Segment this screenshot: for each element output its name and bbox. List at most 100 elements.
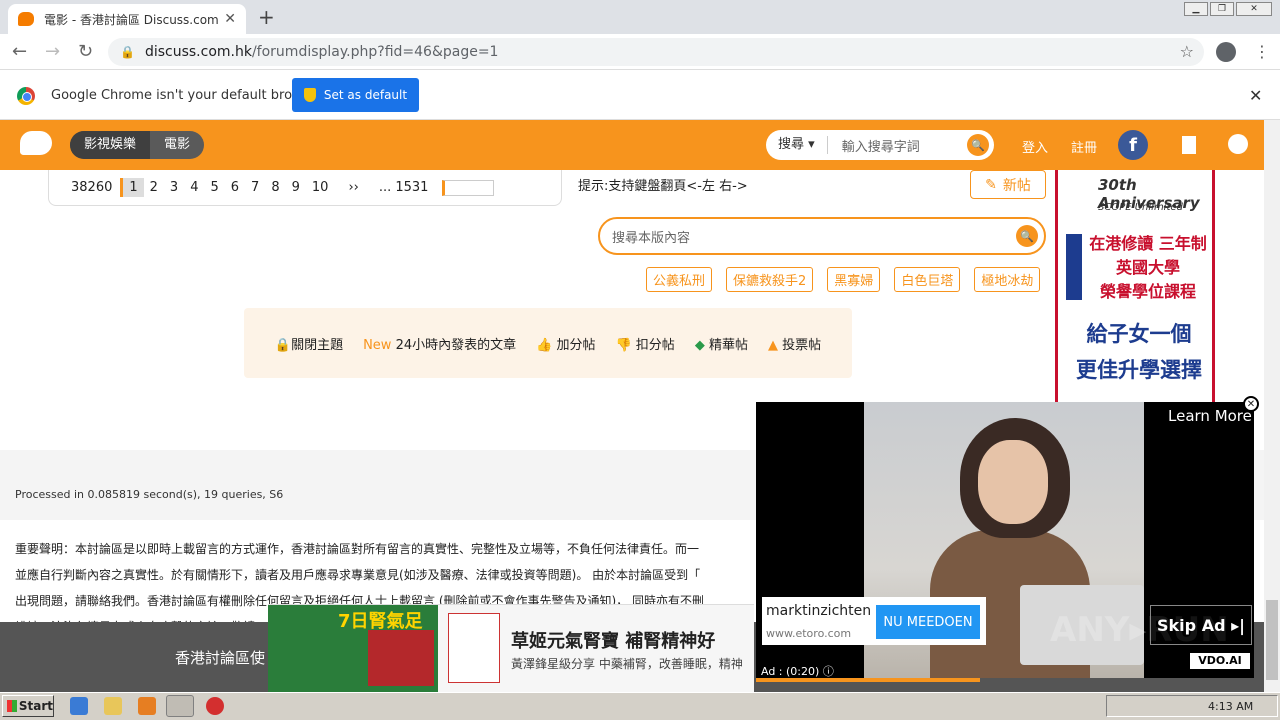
facebook-icon[interactable]: f [1118, 130, 1148, 160]
side-ad-big-line: 給子女一個 [1086, 322, 1192, 346]
page-jump-input[interactable] [442, 179, 495, 196]
poll-icon: ▲ [767, 337, 778, 353]
video-person-face [978, 440, 1048, 524]
chrome-taskbar-button[interactable] [166, 695, 194, 717]
tab-title: 電影 - 香港討論區 Discuss.com.hk - [44, 12, 219, 27]
page-link[interactable]: 7 [245, 180, 265, 195]
product-box-icon [368, 630, 434, 686]
page-link[interactable]: 3 [164, 180, 184, 195]
close-tab-icon[interactable]: ✕ [224, 11, 236, 27]
scrollbar-thumb[interactable] [1266, 600, 1278, 680]
address-bar[interactable]: 🔒 discuss.com.hk/forumdisplay.php?fid=46… [108, 38, 1204, 66]
bookmarks-icon[interactable] [1182, 136, 1196, 154]
infobar-text: Google Chrome isn't your default browser [51, 88, 323, 103]
filter-minus[interactable]: 👎 扣分帖 [615, 334, 674, 353]
tag-link[interactable]: 極地冰劫 [974, 267, 1041, 292]
filter-closed[interactable]: 🔒關閉主題 [275, 334, 343, 353]
filter-digest-label: 精華帖 [708, 337, 748, 353]
video-close-icon[interactable]: ✕ [1243, 396, 1259, 412]
side-ad-red-text: 在港修讀 三年制 英國大學 榮譽學位課程 [1088, 232, 1208, 304]
cta-button[interactable]: NU MEEDOEN [876, 605, 980, 639]
media-player-icon[interactable] [138, 697, 156, 715]
reload-icon[interactable]: ↻ [78, 41, 93, 62]
bottom-ad-headline: 草姬元氣腎寶 補腎精神好 [511, 631, 716, 652]
filter-recent[interactable]: New 24小時內發表的文章 [363, 334, 516, 353]
side-ad-red-line: 英國大學 [1115, 258, 1180, 277]
skip-ad-button[interactable]: Skip Ad ▸| [1150, 605, 1252, 645]
history-clock-icon[interactable] [1228, 134, 1248, 154]
start-button[interactable]: Start [2, 695, 54, 717]
board-search-input[interactable]: 搜尋本版內容 🔍 [598, 217, 1046, 255]
ie-icon[interactable] [70, 697, 88, 715]
restore-icon[interactable]: ❐ [1210, 2, 1234, 16]
shield-icon [303, 88, 316, 102]
footer-text: 香港討論區使 [175, 649, 266, 667]
side-ad-red-line: 在港修讀 三年制 [1089, 234, 1207, 253]
page-link[interactable]: 8 [265, 180, 285, 195]
page-link[interactable]: 6 [225, 180, 245, 195]
board-search-placeholder: 搜尋本版內容 [612, 230, 691, 246]
browser-tab[interactable]: 電影 - 香港討論區 Discuss.com.hk - ✕ [8, 4, 246, 34]
folder-icon[interactable] [104, 697, 122, 715]
chrome-logo-icon [17, 87, 35, 105]
set-default-button[interactable]: Set as default [292, 78, 419, 112]
new-tab-icon[interactable]: + [258, 5, 275, 29]
filter-closed-label: 關閉主題 [291, 337, 344, 353]
account-icon[interactable] [1216, 42, 1236, 62]
page-link[interactable]: 1 [120, 178, 144, 197]
search-icon[interactable]: 🔍 [967, 134, 989, 156]
side-ad[interactable]: 30th Anniversary SCOPE Unlimited 在港修讀 三年… [1055, 170, 1215, 402]
next-page-link[interactable]: ›› [342, 180, 364, 195]
tag-link[interactable]: 黑寡婦 [827, 267, 881, 292]
keyboard-hint: 提示:支持鍵盤翻頁<-左 右-> [578, 179, 748, 194]
lock-icon: 🔒 [120, 45, 135, 59]
pagination: 38260 1 2 3 4 5 6 7 8 9 10 ›› ... 1531 [48, 170, 562, 206]
site-search: 搜尋 ▾ 輸入搜尋字詞 🔍 [766, 130, 994, 160]
page-link[interactable]: 9 [286, 180, 306, 195]
start-label: Start [18, 699, 53, 713]
register-link[interactable]: 註冊 [1071, 137, 1097, 156]
last-page-link[interactable]: ... 1531 [373, 180, 435, 195]
window-close-icon[interactable]: ✕ [1236, 2, 1272, 16]
page-link[interactable]: 4 [184, 180, 204, 195]
new-post-button[interactable]: ✎ 新帖 [970, 170, 1046, 199]
gem-icon: ◆ [694, 337, 705, 353]
filter-poll[interactable]: ▲ 投票帖 [768, 334, 821, 353]
url-path: /forumdisplay.php?fid=46&page=1 [251, 44, 499, 60]
infobar-close-icon[interactable]: ✕ [1249, 86, 1262, 105]
vdo-brand: VDO.AI [1190, 653, 1250, 669]
search-input[interactable]: 輸入搜尋字詞 [828, 136, 967, 155]
thumbs-down-icon: 👎 [615, 337, 632, 353]
advertiser-url: www.etoro.com [766, 627, 852, 640]
help-icon[interactable]: ⓘ [823, 665, 834, 678]
bottom-ad[interactable]: 7日腎氣足 草姬元氣腎寶 補腎精神好 黃澤鋒星級分享 中藥補腎，改善睡眠，精神 [268, 604, 754, 693]
advertiser-card[interactable]: marktinzichten www.etoro.com NU MEEDOEN [762, 597, 986, 645]
login-link[interactable]: 登入 [1022, 137, 1048, 156]
minimize-icon[interactable]: ▁ [1184, 2, 1208, 16]
search-icon[interactable]: 🔍 [1016, 225, 1038, 247]
tag-link[interactable]: 保鑣救殺手2 [726, 267, 814, 292]
page-link[interactable]: 10 [306, 180, 335, 195]
tag-link[interactable]: 白色巨塔 [894, 267, 961, 292]
page-link[interactable]: 5 [204, 180, 224, 195]
filter-plus[interactable]: 👍 加分帖 [536, 334, 595, 353]
filter-digest[interactable]: ◆ 精華帖 [695, 334, 748, 353]
bookmark-star-icon[interactable]: ☆ [1180, 42, 1194, 61]
back-icon[interactable]: ← [12, 41, 27, 62]
processed-info: Processed in 0.085819 second(s), 19 quer… [15, 488, 284, 501]
breadcrumb-movies[interactable]: 電影 [150, 131, 204, 159]
bottom-ad-subtext: 黃澤鋒星級分享 中藥補腎，改善睡眠，精神 [511, 657, 743, 671]
antivirus-icon[interactable] [206, 697, 224, 715]
side-ad-big-line: 更佳升學選擇 [1076, 358, 1202, 382]
search-scope-select[interactable]: 搜尋 ▾ [766, 136, 828, 154]
breadcrumb-entertainment[interactable]: 影視娛樂 [70, 131, 151, 159]
page-link[interactable]: 2 [144, 180, 164, 195]
ad-timer: Ad : (0:20) ⓘ [761, 663, 834, 679]
tag-link[interactable]: 公義私刑 [646, 267, 713, 292]
breadcrumb: 影視娛樂 電影 [70, 131, 205, 159]
forward-icon[interactable]: → [45, 41, 60, 62]
menu-kebab-icon[interactable]: ⋮ [1254, 42, 1270, 61]
site-logo-icon[interactable] [20, 131, 52, 155]
side-ad-red-line: 榮譽學位課程 [1099, 282, 1196, 301]
learn-more-link[interactable]: Learn More [1168, 407, 1252, 425]
